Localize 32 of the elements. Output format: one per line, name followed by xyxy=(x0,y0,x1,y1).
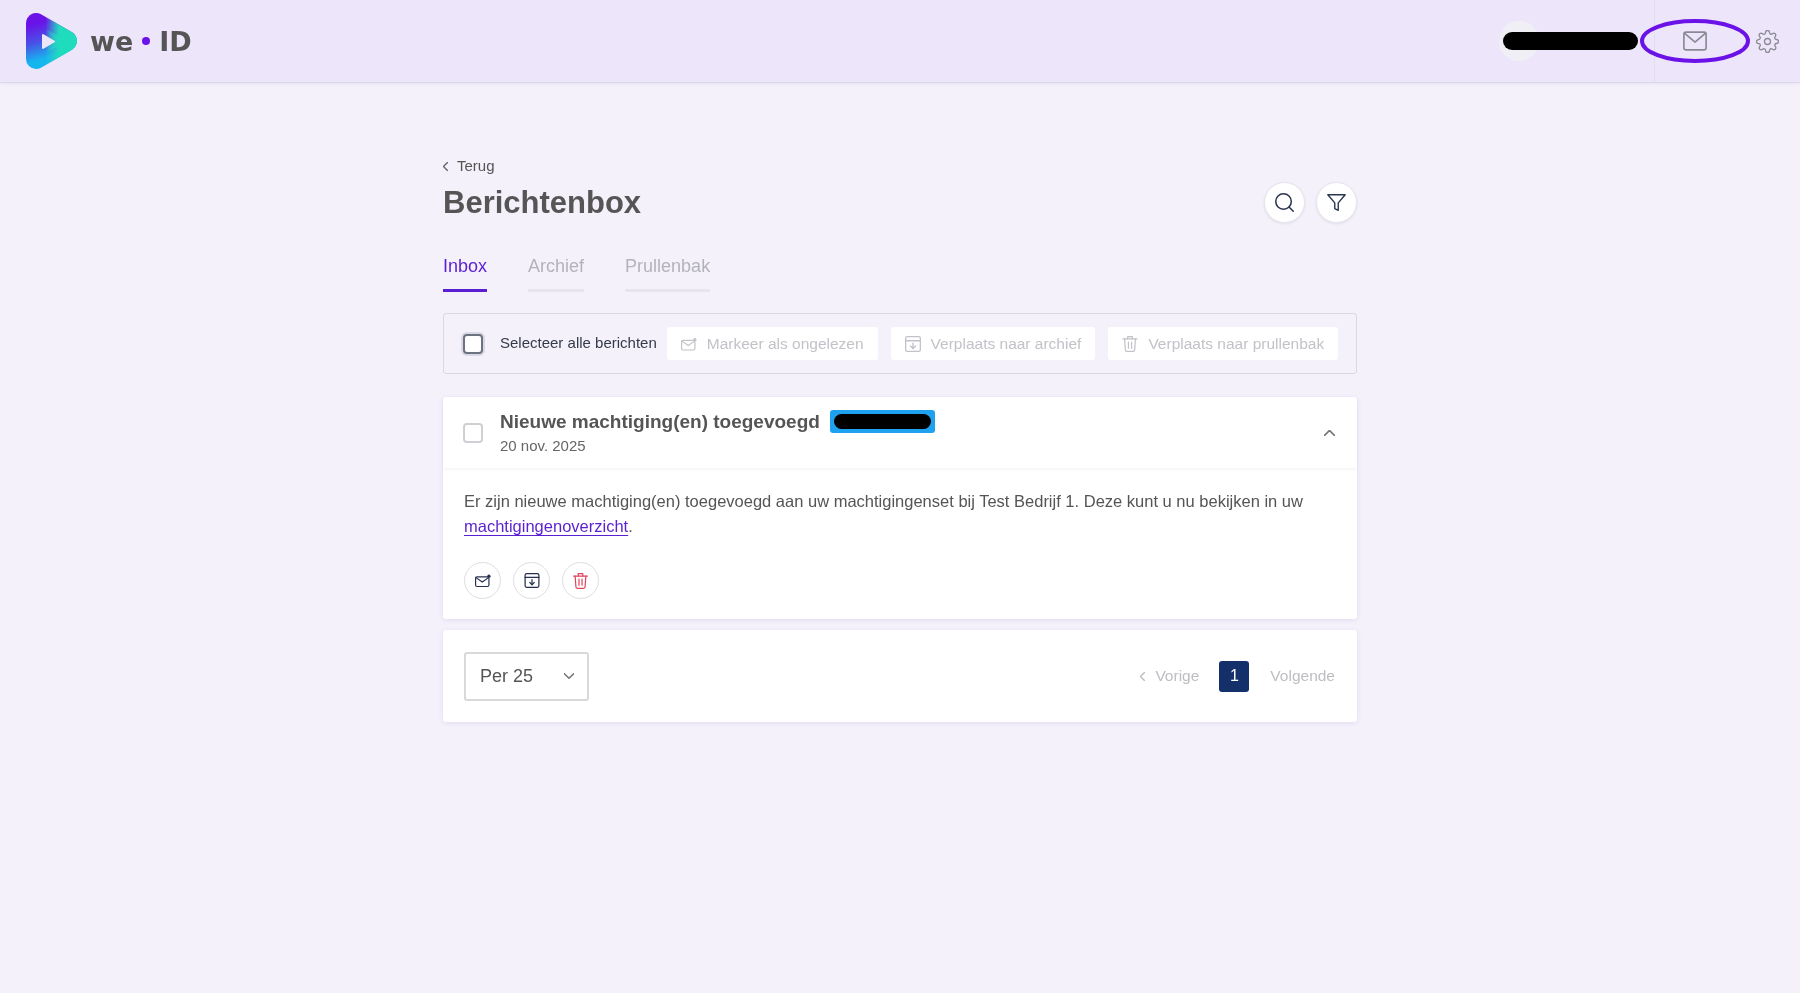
chevron-down-icon xyxy=(564,673,574,679)
trash-icon xyxy=(1122,335,1139,352)
logo-text: we xyxy=(90,27,134,55)
select-all-label: Selecteer alle berichten xyxy=(500,333,657,354)
filter-icon xyxy=(1327,193,1346,211)
tab[interactable]: Inbox xyxy=(443,254,488,292)
message-title[interactable]: Nieuwe machtiging(en) toegevoegd xyxy=(500,409,820,434)
search-icon xyxy=(1275,192,1294,212)
message-date: 20 nov. 2025 xyxy=(500,435,587,456)
settings-icon[interactable] xyxy=(1756,29,1779,53)
message-action-button[interactable] xyxy=(464,562,501,599)
chevron-up-icon[interactable] xyxy=(1324,429,1335,436)
trash-icon xyxy=(573,572,588,589)
filter-button[interactable] xyxy=(1316,181,1357,223)
mail-dot-icon xyxy=(680,335,697,352)
page-button[interactable]: 1 xyxy=(1219,660,1250,692)
checkbox[interactable] xyxy=(463,333,483,354)
message-text: Er zijn nieuwe machtiging(en) toegevoegd aan uw machtigingenset bij Test Bedrijf 1. Deze kunt u nu bekijken in uw machtigingenoverzicht. xyxy=(464,491,1304,537)
link[interactable]: machtigingenoverzicht xyxy=(464,517,629,535)
archive-box-icon xyxy=(904,335,921,352)
chevron-left-icon xyxy=(1140,671,1146,681)
tab[interactable]: Archief xyxy=(528,254,585,292)
back-link[interactable]: Terug xyxy=(443,156,495,176)
logo-text: ID xyxy=(159,27,192,55)
tab[interactable]: Prullenbak xyxy=(625,254,711,292)
archive-box-icon xyxy=(523,573,540,588)
page-title: Berichtenbox xyxy=(443,186,642,218)
per-page-select[interactable]: Per 25 xyxy=(464,651,589,701)
mail-icon[interactable] xyxy=(1683,31,1707,51)
message-action-button[interactable] xyxy=(513,562,550,599)
search-button[interactable] xyxy=(1264,181,1305,223)
chevron-left-icon xyxy=(443,161,448,171)
